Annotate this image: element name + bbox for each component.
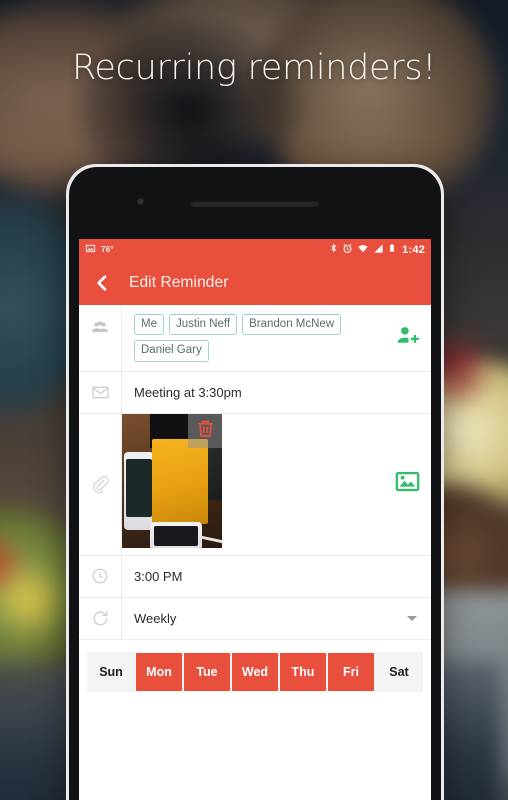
phone-bezel: 76° 1:42 Edit Reminder Me Justin Neff Br… [69,167,441,800]
recipient-chip[interactable]: Brandon McNew [242,314,342,336]
recipient-chip[interactable]: Justin Neff [168,314,238,336]
attachment-thumbnail[interactable] [122,413,222,548]
day-toggle-mon[interactable]: Mon [135,651,183,692]
message-text: Meeting at 3:30pm [134,384,242,400]
day-selector-container: Sun Mon Tue Wed Thu Fri Sat [79,639,431,704]
phone-mockup: 76° 1:42 Edit Reminder Me Justin Neff Br… [66,164,444,800]
message-input[interactable]: Meeting at 3:30pm [121,371,431,413]
day-selector: Sun Mon Tue Wed Thu Fri Sat [87,651,423,692]
bluetooth-icon [329,241,338,259]
front-camera-icon [137,198,144,205]
repeat-row: Weekly [79,597,431,640]
time-row: 3:00 PM [79,555,431,598]
day-toggle-fri[interactable]: Fri [327,651,375,692]
recipient-chip[interactable]: Daniel Gary [134,340,209,362]
add-image-button[interactable] [383,414,431,555]
chevron-down-icon[interactable] [407,615,417,621]
attachment-row [79,413,431,556]
attachment-thumbnail-container[interactable] [121,413,383,555]
day-toggle-wed[interactable]: Wed [231,651,279,692]
paperclip-icon [79,414,121,555]
reminder-form: Me Justin Neff Brandon McNew Daniel Gary [79,305,431,704]
day-toggle-tue[interactable]: Tue [183,651,231,692]
earpiece-speaker [190,200,320,207]
recipient-chips: Me Justin Neff Brandon McNew Daniel Gary [134,312,375,364]
add-person-icon [395,323,420,353]
recipients-chips-container[interactable]: Me Justin Neff Brandon McNew Daniel Gary [121,305,383,371]
time-value: 3:00 PM [134,568,183,584]
repeat-value: Weekly [134,610,177,626]
day-toggle-sun[interactable]: Sun [87,651,135,692]
status-temperature: 76° [101,245,114,254]
clock-icon [79,556,121,597]
alarm-icon [342,241,353,259]
add-image-icon [394,468,421,500]
battery-icon [388,241,396,259]
envelope-icon [79,372,121,413]
delete-attachment-button[interactable] [188,413,222,448]
repeat-select[interactable]: Weekly [121,597,431,639]
phone-screen: 76° 1:42 Edit Reminder Me Justin Neff Br… [79,239,431,800]
repeat-icon [79,598,121,639]
app-bar: Edit Reminder [79,260,431,305]
day-toggle-thu[interactable]: Thu [279,651,327,692]
time-picker[interactable]: 3:00 PM [121,555,431,597]
day-toggle-sat[interactable]: Sat [375,651,423,692]
message-row: Meeting at 3:30pm [79,371,431,414]
add-person-button[interactable] [383,305,431,371]
image-icon [85,241,96,259]
people-group-icon [79,305,121,371]
promo-screenshot: Recurring reminders! 76° 1:42 Edit Remin… [0,0,508,800]
recipients-row: Me Justin Neff Brandon McNew Daniel Gary [79,305,431,372]
page-title: Edit Reminder [129,273,229,291]
wifi-icon [357,241,369,259]
promo-headline: Recurring reminders! [71,48,437,88]
status-bar: 76° 1:42 [79,239,431,260]
trash-icon [195,418,216,444]
signal-icon [373,241,384,259]
status-clock: 1:42 [402,243,425,256]
back-chevron-icon[interactable] [91,272,113,294]
recipient-chip[interactable]: Me [134,314,164,336]
